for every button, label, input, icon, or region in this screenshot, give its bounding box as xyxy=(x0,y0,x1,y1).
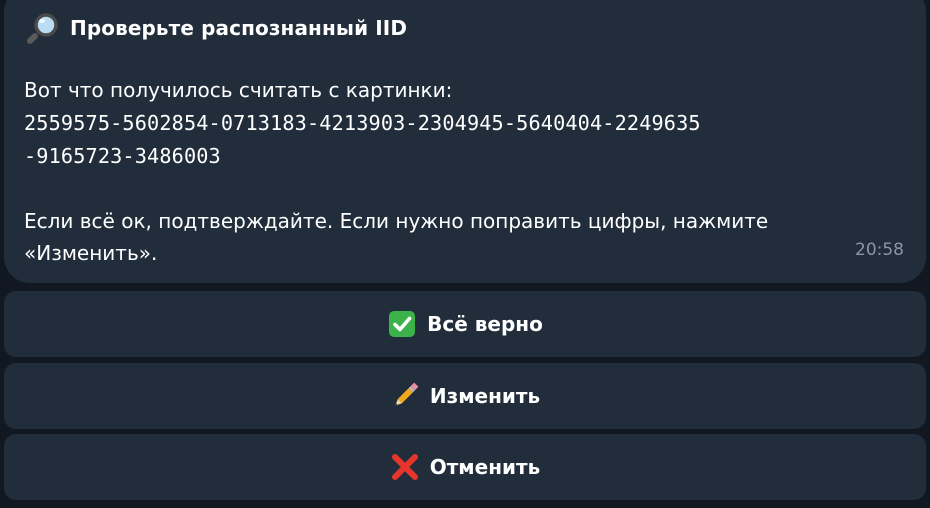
instruction-line-1: Если всё ок, подтверждайте. Если нужно п… xyxy=(24,209,769,233)
cancel-button[interactable]: Отменить xyxy=(4,434,926,500)
cross-mark-icon xyxy=(390,452,420,482)
pencil-icon xyxy=(390,381,420,411)
confirm-button-label: Всё верно xyxy=(427,312,543,336)
magnifier-icon xyxy=(26,11,60,45)
edit-button-label: Изменить xyxy=(429,384,541,408)
message-bubble: Проверьте распознанный IID Вот что получ… xyxy=(4,0,926,283)
intro-text: Вот что получилось считать с картинки: xyxy=(24,78,453,102)
iid-line-1: 2559575-5602854-0713183-4213903-2304945-… xyxy=(24,111,701,135)
edit-button[interactable]: Изменить xyxy=(4,363,926,429)
message-title-text: Проверьте распознанный IID xyxy=(70,16,408,40)
cancel-button-label: Отменить xyxy=(429,455,541,479)
message-timestamp: 20:58 xyxy=(855,240,904,260)
check-mark-icon xyxy=(387,309,417,339)
iid-line-2: -9165723-3486003 xyxy=(24,144,221,168)
confirm-button[interactable]: Всё верно xyxy=(4,291,926,357)
message-title: Проверьте распознанный IID xyxy=(26,10,407,46)
instruction-line-2: «Изменить». xyxy=(24,241,158,265)
